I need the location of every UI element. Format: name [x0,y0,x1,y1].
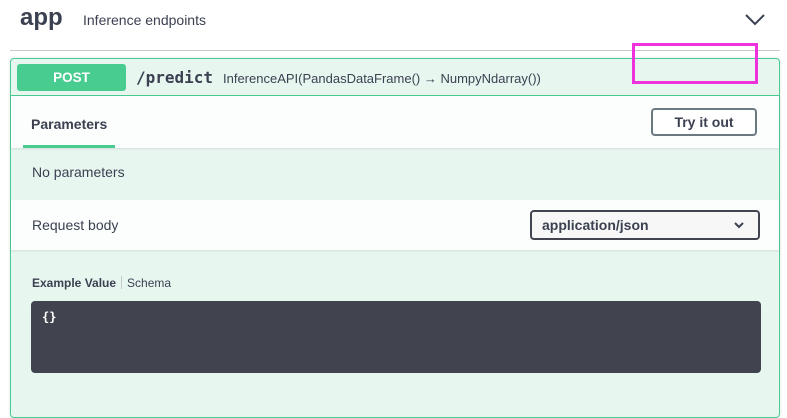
operation-summary[interactable]: POST /predict InferenceAPI(PandasDataFra… [11,59,779,96]
tab-parameters-label: Parameters [31,116,108,132]
tab-schema[interactable]: Schema [127,276,171,290]
operation-description: InferenceAPI(PandasDataFrame() → NumpyNd… [223,71,541,86]
method-badge: POST [17,64,126,91]
tag-header[interactable]: app Inference endpoints [10,0,780,51]
chevron-down-icon[interactable] [744,10,766,28]
try-it-out-button[interactable]: Try it out [651,108,757,136]
tag-description: Inference endpoints [83,12,206,28]
parameters-section-header: Parameters Try it out [11,96,779,148]
operation-block: POST /predict InferenceAPI(PandasDataFra… [10,58,780,418]
example-schema-tabs: Example Value Schema [32,276,171,290]
content-type-select[interactable]: application/json [530,210,760,240]
tag-name: app [20,4,63,31]
request-body-label: Request body [32,217,119,233]
request-body-header: Request body application/json [11,200,779,250]
chevron-down-icon [734,222,744,229]
example-code: {} [42,310,57,324]
tab-example-value[interactable]: Example Value [32,276,116,290]
no-parameters-text: No parameters [32,164,125,180]
example-code-block: {} [31,301,761,373]
tab-divider [121,276,123,289]
tab-parameters[interactable]: Parameters [23,96,115,148]
content-type-value: application/json [542,217,649,233]
endpoint-path: /predict [136,68,214,87]
